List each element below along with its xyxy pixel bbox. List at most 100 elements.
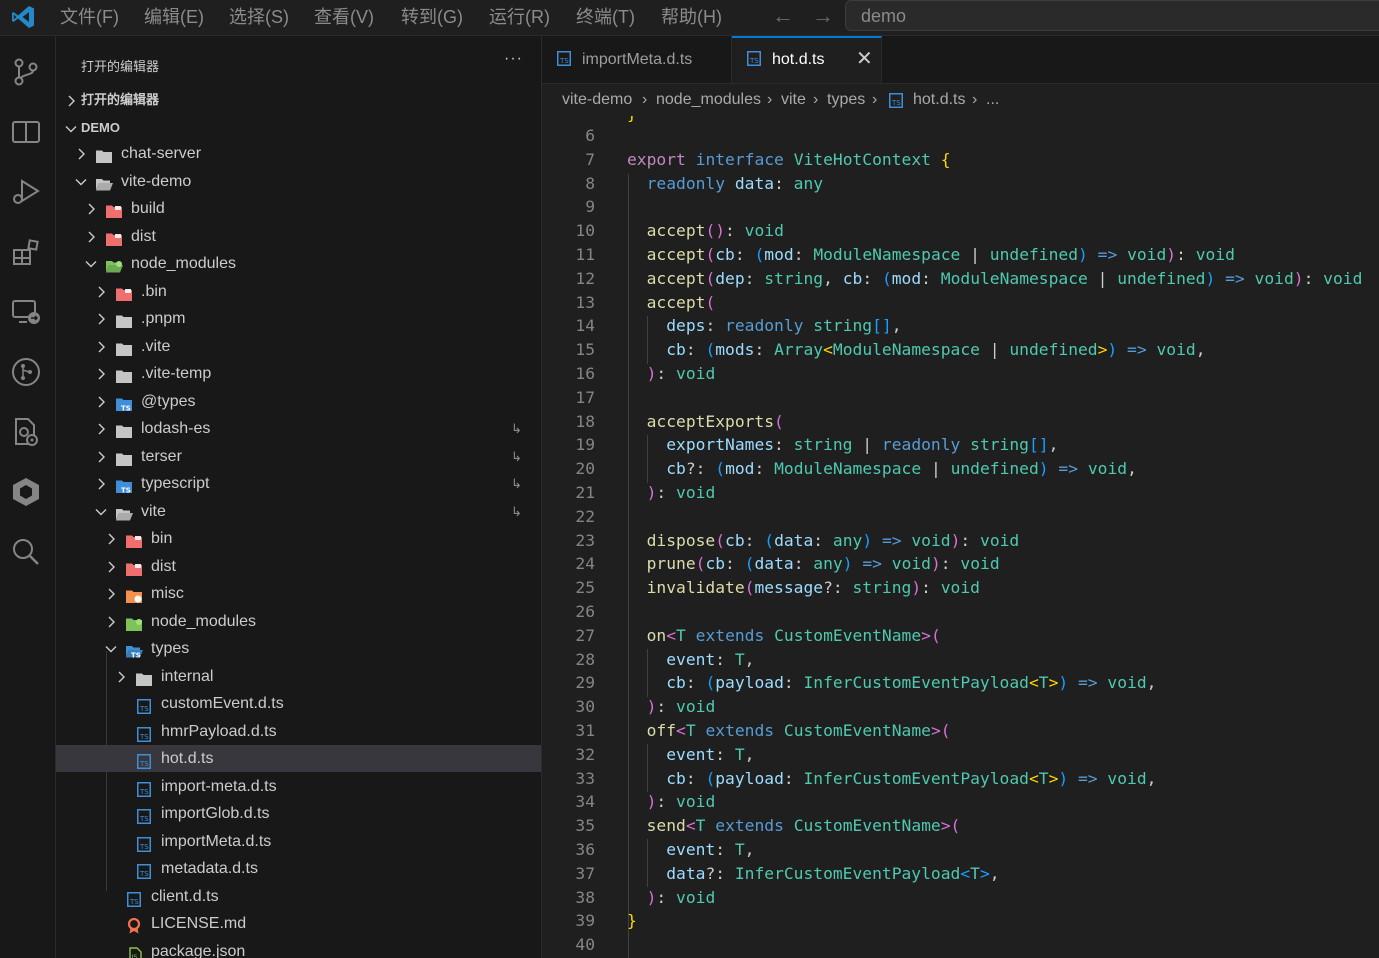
menu-item[interactable]: 帮助(H) <box>661 5 722 29</box>
split-editor-icon[interactable] <box>10 116 42 148</box>
menu-item[interactable]: 选择(S) <box>229 5 289 29</box>
command-center-search[interactable]: demo <box>845 0 1379 31</box>
breadcrumb-item[interactable]: vite-demo <box>562 84 632 116</box>
tree-folder[interactable]: TS @types <box>56 388 541 415</box>
line-number: 17 <box>575 387 595 407</box>
menu-item[interactable]: 运行(R) <box>489 5 550 29</box>
tree-folder[interactable]: terser ↳ <box>56 443 541 470</box>
close-icon[interactable]: ✕ <box>856 38 873 81</box>
code-editor[interactable]: } 6 7 export interface ViteHotContext {8 r… <box>542 116 1379 958</box>
menu-item[interactable]: 转到(G) <box>401 5 463 29</box>
line-number: 29 <box>575 673 595 693</box>
forward-arrow-icon[interactable]: → <box>812 5 834 27</box>
code-line: off<T extends CustomEventName>( <box>646 721 951 740</box>
chevron-down-icon <box>64 115 78 142</box>
breadcrumb-item[interactable]: types <box>827 84 865 116</box>
menu-item[interactable]: 终端(T) <box>576 5 635 29</box>
tree-item-label: package.json <box>151 942 246 958</box>
tree-folder[interactable]: lodash-es ↳ <box>56 415 541 442</box>
line-number: 38 <box>575 887 595 907</box>
tree-folder[interactable]: chat-server <box>56 140 541 167</box>
tab-importmeta[interactable]: TS importMeta.d.ts <box>542 36 732 83</box>
code-line: readonly data: any <box>646 173 824 193</box>
cube-icon[interactable] <box>10 476 42 508</box>
symlink-icon: ↳ <box>511 503 522 519</box>
tree-folder[interactable]: node_modules <box>56 608 541 635</box>
search-icon[interactable] <box>10 536 42 568</box>
tree-folder[interactable]: internal <box>56 663 541 690</box>
code-line: ): void <box>646 483 716 502</box>
line-number: 13 <box>575 292 595 312</box>
tree-folder[interactable]: build <box>56 195 541 222</box>
breadcrumb-item[interactable]: hot.d.ts <box>913 84 965 116</box>
tree-folder[interactable]: dist <box>56 223 541 250</box>
back-arrow-icon[interactable]: ← <box>772 5 794 27</box>
tree-item-label: importMeta.d.ts <box>161 832 272 850</box>
remote-explorer-icon[interactable] <box>10 296 42 328</box>
tab-hot[interactable]: TS hot.d.ts ✕ <box>732 36 882 83</box>
source-control-icon[interactable] <box>10 56 42 88</box>
tree-item-label: node_modules <box>131 255 236 272</box>
more-actions-icon[interactable]: ··· <box>504 50 523 68</box>
folder-icon <box>125 559 143 576</box>
tree-file[interactable]: TS client.d.ts <box>56 883 541 910</box>
open-editors-section[interactable]: 打开的编辑器 <box>56 87 541 113</box>
workspace-section[interactable]: DEMO <box>56 115 541 141</box>
tree-item-label: dist <box>131 227 156 245</box>
tree-file[interactable]: TS importMeta.d.ts <box>56 828 541 855</box>
menu-item[interactable]: 文件(F) <box>60 5 119 29</box>
tree-file[interactable]: TS customEvent.d.ts <box>56 690 541 717</box>
tree-item-label: .vite-temp <box>141 365 212 382</box>
tree-folder[interactable]: dist <box>56 553 541 580</box>
tree-item-label: internal <box>161 667 214 685</box>
chevron-right-icon <box>64 87 78 114</box>
tree-folder[interactable]: .vite-temp <box>56 360 541 387</box>
breadcrumb-item[interactable]: ... <box>986 84 999 116</box>
run-debug-icon[interactable] <box>10 176 42 208</box>
extensions-icon[interactable] <box>10 236 42 268</box>
tree-item-label: vite <box>141 502 166 520</box>
breadcrumb-item[interactable]: node_modules <box>656 84 761 116</box>
code-line: event: T, <box>666 840 755 859</box>
chevron-right-icon <box>94 388 108 415</box>
tree-file[interactable]: TS import-meta.d.ts <box>56 773 541 800</box>
svg-text:TS: TS <box>139 870 149 878</box>
tree-item-label: build <box>131 200 165 217</box>
code-line: ): void <box>646 887 716 907</box>
tree-folder[interactable]: TS types <box>56 635 541 662</box>
settings-sync-icon[interactable] <box>10 416 42 448</box>
tree-folder[interactable]: misc <box>56 580 541 607</box>
folder-icon <box>115 284 133 301</box>
folder-icon <box>95 174 113 190</box>
chevron-right-icon <box>84 223 98 250</box>
folder-icon <box>95 146 113 163</box>
menu-item[interactable]: 编辑(E) <box>144 5 204 29</box>
tree-file[interactable]: TS hmrPayload.d.ts <box>56 718 541 745</box>
tree-file[interactable]: TS metadata.d.ts <box>56 855 541 882</box>
folder-icon <box>105 229 123 246</box>
tree-folder[interactable]: .bin <box>56 278 541 305</box>
line-number: 11 <box>575 245 595 264</box>
menu-item[interactable]: 查看(V) <box>314 5 374 29</box>
chevron-right-icon <box>94 333 108 360</box>
typescript-file-icon: TS <box>137 861 155 879</box>
tree-file[interactable]: TS hot.d.ts <box>56 745 541 772</box>
line-number: 40 <box>575 935 595 955</box>
tree-folder[interactable]: TS typescript ↳ <box>56 470 541 497</box>
git-graph-icon[interactable] <box>10 356 42 388</box>
tree-folder[interactable]: bin <box>56 525 541 552</box>
tree-folder[interactable]: node_modules <box>56 250 541 277</box>
breadcrumb-item[interactable]: vite <box>781 84 806 116</box>
tree-file[interactable]: JS package.json <box>56 938 541 958</box>
tree-folder[interactable]: .vite <box>56 333 541 360</box>
typescript-file-icon: TS <box>889 93 903 108</box>
line-number: 9 <box>585 197 595 217</box>
tree-folder[interactable]: .pnpm <box>56 305 541 332</box>
tree-item-label: bin <box>151 530 173 547</box>
svg-text:TS: TS <box>121 487 131 495</box>
tree-file[interactable]: TS importGlob.d.ts <box>56 800 541 827</box>
tree-folder[interactable]: vite-demo <box>56 168 541 195</box>
code-line: cb: (payload: InferCustomEventPayload<T>… <box>666 768 1157 788</box>
tree-folder[interactable]: vite ↳ <box>56 498 541 525</box>
tree-file[interactable]: LICENSE.md <box>56 910 541 937</box>
